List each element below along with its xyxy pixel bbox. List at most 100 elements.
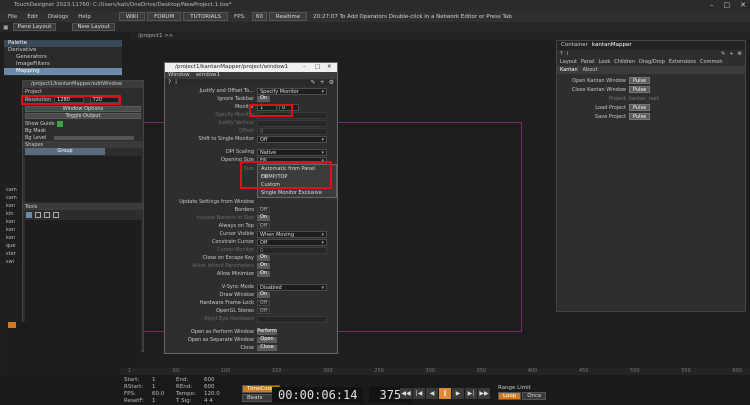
param-menu[interactable]: Specify Monitor ▾ xyxy=(257,87,327,95)
pulse-button[interactable]: Pulse xyxy=(629,86,651,93)
container-param-value[interactable]: kantan_task xyxy=(629,96,659,102)
resolution-height-field[interactable]: 720 xyxy=(89,97,119,103)
param-field[interactable]: 0 xyxy=(257,127,327,135)
dropdown-option-single-monitor-exclusive[interactable]: Single Monitor Exclusive xyxy=(258,189,336,197)
param-toggle[interactable]: On xyxy=(257,255,270,261)
play-icon[interactable]: ▶ xyxy=(452,388,464,399)
menu-file[interactable]: File xyxy=(4,14,21,20)
param-toggle[interactable]: On xyxy=(257,96,270,102)
info-icon[interactable]: i xyxy=(567,50,568,58)
resetf-value[interactable]: 1 xyxy=(152,398,174,405)
timecode-display[interactable]: 00:00:06:14 xyxy=(272,387,364,403)
list-item[interactable]: kan xyxy=(4,234,20,242)
new-layout-button[interactable]: New Layout xyxy=(72,23,115,31)
step-forward-icon[interactable]: ▶| xyxy=(465,388,477,399)
pulse-button[interactable]: Pulse xyxy=(629,104,651,111)
param-toggle[interactable]: Off xyxy=(257,223,270,229)
param-menu[interactable]: Off ▾ xyxy=(257,135,327,143)
pane-layout-button[interactable]: Pane Layout xyxy=(12,23,57,31)
rstart-value[interactable]: 1 xyxy=(152,384,174,391)
param-pulse-button[interactable]: Open xyxy=(257,337,277,343)
palette-item-generators[interactable]: Generators xyxy=(4,54,122,61)
list-item[interactable]: cam xyxy=(4,186,20,194)
once-button[interactable]: Once xyxy=(522,392,547,400)
param-menu[interactable]: Native ▾ xyxy=(257,148,327,156)
tab-common[interactable]: Common xyxy=(700,58,723,66)
param-menu[interactable]: When Moving ▾ xyxy=(257,230,327,238)
tab-panel[interactable]: Panel xyxy=(581,58,595,66)
pulse-button[interactable]: Pulse xyxy=(629,77,651,84)
param-pulse-button[interactable]: Close xyxy=(257,345,277,351)
fast-forward-icon[interactable]: ▶▶ xyxy=(478,388,490,399)
grid-tool-icon[interactable] xyxy=(44,211,50,218)
list-item[interactable]: kan xyxy=(4,226,20,234)
resolution-width-field[interactable]: 1280 xyxy=(54,97,84,103)
param-menu[interactable]: Disabled ▾ xyxy=(257,283,327,291)
param-field[interactable] xyxy=(257,315,327,323)
fps-value[interactable]: 60.0 xyxy=(152,391,174,398)
group-header[interactable]: Group xyxy=(25,148,105,155)
add-icon[interactable]: + xyxy=(729,50,733,58)
rect-tool-icon[interactable] xyxy=(35,211,41,218)
minimize-icon[interactable]: – xyxy=(710,0,714,11)
menu-help[interactable]: Help xyxy=(74,14,95,20)
container-name[interactable]: kantanMapper xyxy=(592,41,632,50)
gear-icon[interactable]: ⚙ xyxy=(738,50,745,58)
tab-extensions[interactable]: Extensions xyxy=(669,58,696,66)
tab-look[interactable]: Look xyxy=(599,58,611,66)
param-menu[interactable]: Off ▾ xyxy=(257,238,327,246)
rewind-icon[interactable]: ◀◀ xyxy=(400,388,412,399)
list-item[interactable]: kan xyxy=(4,202,20,210)
tempo-value[interactable]: 120.0 xyxy=(204,391,226,398)
loop-button[interactable]: Loop xyxy=(498,392,522,400)
pane-layout-icon[interactable]: ▣ xyxy=(3,24,9,31)
show-guide-checkbox[interactable] xyxy=(56,120,63,127)
tab-drag-drop[interactable]: Drag/Drop xyxy=(639,58,665,66)
pen-tool-icon[interactable] xyxy=(53,211,59,218)
list-item[interactable]: cam xyxy=(4,194,20,202)
tsig-value[interactable]: 4 4 xyxy=(204,398,226,405)
menu-dialogs[interactable]: Dialogs xyxy=(44,14,72,20)
param-toggle[interactable]: Off xyxy=(257,308,270,314)
list-item[interactable]: que xyxy=(4,242,20,250)
pause-icon[interactable]: ‖ xyxy=(439,388,451,399)
window-options-button[interactable]: Window Options xyxy=(25,106,141,112)
dialog-close-icon[interactable]: ✕ xyxy=(327,63,337,72)
dialog-minimize-icon[interactable]: – xyxy=(303,63,315,72)
palette-item-derivative[interactable]: Derivative xyxy=(4,47,122,54)
param-toggle[interactable]: Off xyxy=(257,300,270,306)
op-name-label[interactable]: window1 xyxy=(196,72,220,79)
param-field[interactable] xyxy=(257,119,327,127)
toggle-output-button[interactable]: Toggle Output xyxy=(25,113,141,119)
help-icon[interactable]: ? xyxy=(560,50,563,58)
dialog-maximize-icon[interactable]: □ xyxy=(315,63,327,72)
gear-icon[interactable]: ⚙ xyxy=(329,79,337,86)
tab-children[interactable]: Children xyxy=(614,58,635,66)
palette-item-mapping[interactable]: Mapping xyxy=(4,68,122,75)
param-field[interactable]: 0 xyxy=(257,246,327,254)
help-icon[interactable]: ? xyxy=(168,79,171,86)
tab-layout[interactable]: Layout xyxy=(560,58,577,66)
pencil-icon[interactable]: ✎ xyxy=(721,50,725,58)
tab-kantan[interactable]: Kantan xyxy=(560,66,578,74)
close-icon[interactable]: ✕ xyxy=(740,0,746,11)
maximize-icon[interactable]: □ xyxy=(724,0,731,11)
start-value[interactable]: 1 xyxy=(152,377,174,384)
pencil-icon[interactable]: ✎ xyxy=(311,79,316,86)
list-item[interactable]: kan xyxy=(4,218,20,226)
pulse-button[interactable]: Pulse xyxy=(629,113,651,120)
param-pulse-button[interactable]: Perform xyxy=(257,329,277,335)
add-icon[interactable]: + xyxy=(320,79,325,86)
wiki-button[interactable]: WIKI xyxy=(118,12,146,21)
param-toggle[interactable]: On xyxy=(257,271,270,277)
param-toggle[interactable]: On xyxy=(257,215,270,221)
play-reverse-icon[interactable]: ◀ xyxy=(426,388,438,399)
forum-button[interactable]: FORUM xyxy=(147,12,182,21)
param-toggle[interactable]: Off xyxy=(257,207,270,213)
menu-edit[interactable]: Edit xyxy=(23,14,42,20)
list-item[interactable]: kin xyxy=(4,210,20,218)
param-toggle[interactable]: On xyxy=(257,263,270,269)
tab-about[interactable]: About xyxy=(583,66,598,74)
group-list[interactable] xyxy=(25,156,141,202)
bg-level-slider[interactable] xyxy=(54,135,135,140)
